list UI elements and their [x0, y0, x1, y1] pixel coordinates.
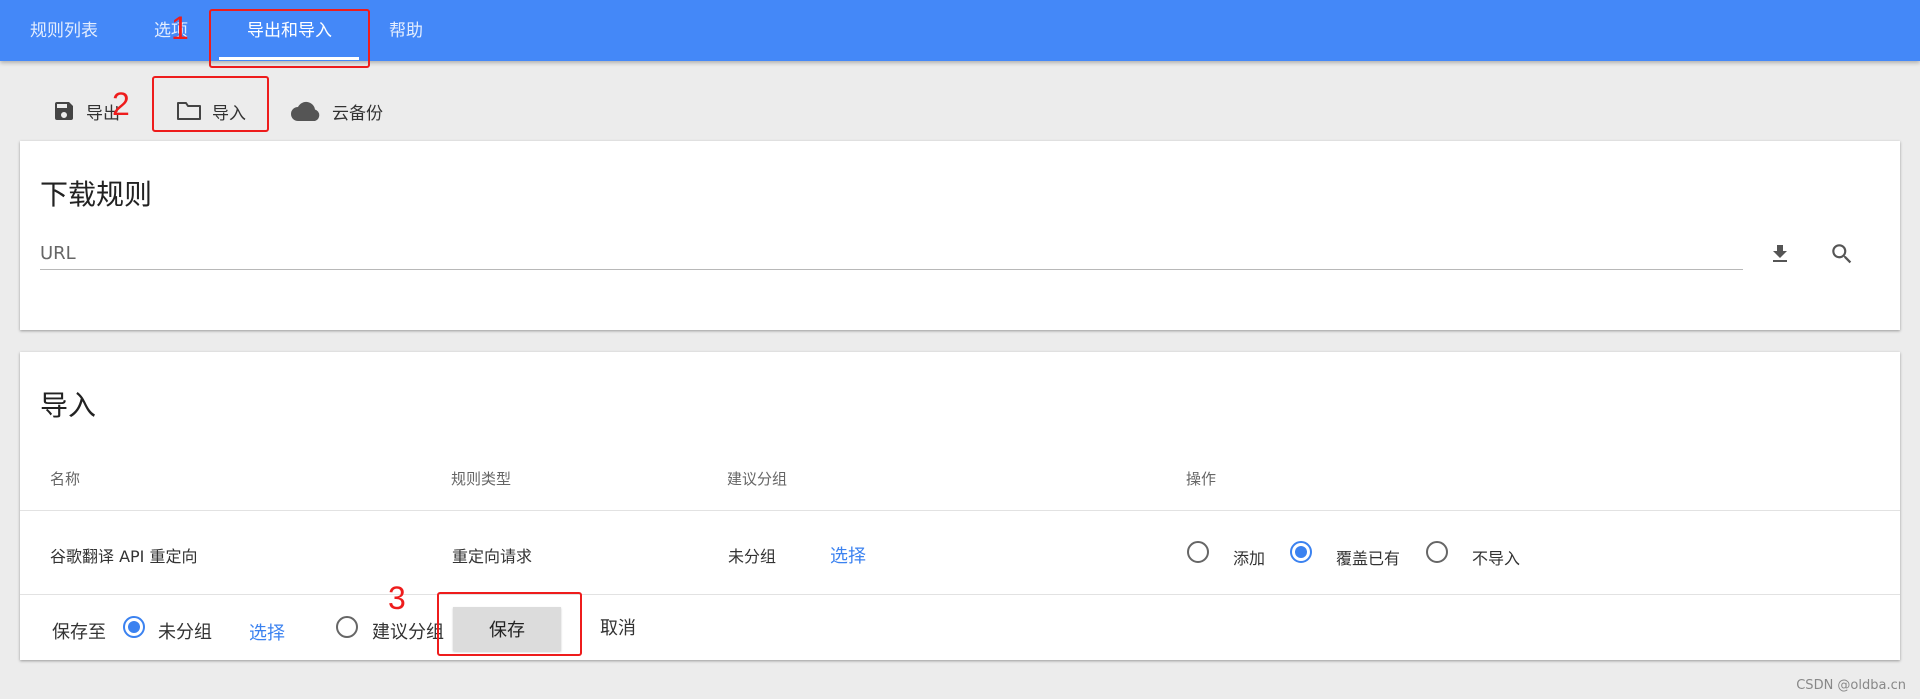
radio-save-suggested[interactable] [336, 616, 358, 638]
column-header-name: 名称 [50, 470, 81, 488]
export-button[interactable]: 导出 [52, 96, 120, 126]
divider [20, 510, 1900, 511]
annotation-box-1 [209, 9, 370, 68]
radio-overwrite[interactable] [1290, 541, 1312, 563]
search-icon [1832, 244, 1852, 264]
import-title: 导入 [40, 389, 97, 422]
rule-name: 谷歌翻译 API 重定向 [50, 547, 198, 566]
column-header-action: 操作 [1186, 470, 1217, 488]
radio-save-ungrouped-label: 未分组 [158, 622, 212, 643]
rule-type: 重定向请求 [452, 547, 533, 566]
cloud-backup-label: 云备份 [332, 103, 383, 124]
column-header-rule-type: 规则类型 [451, 470, 512, 488]
url-input[interactable] [40, 237, 1743, 270]
rule-group: 未分组 [728, 547, 777, 566]
save-icon [55, 102, 73, 120]
radio-skip-label: 不导入 [1472, 549, 1521, 568]
annotation-number-2: 2 [112, 86, 130, 122]
search-button[interactable] [1822, 234, 1862, 274]
cancel-button[interactable]: 取消 [600, 607, 636, 651]
annotation-box-2 [152, 76, 269, 132]
import-card: 导入 名称 规则类型 建议分组 操作 谷歌翻译 API 重定向 重定向请求 未分… [20, 352, 1900, 660]
tab-rule-list[interactable]: 规则列表 [30, 0, 98, 61]
annotation-number-1: 1 [171, 10, 189, 46]
download-button[interactable] [1760, 234, 1800, 274]
divider [20, 594, 1900, 595]
radio-overwrite-label: 覆盖已有 [1336, 549, 1401, 568]
column-header-suggested-group: 建议分组 [727, 470, 788, 488]
tab-help[interactable]: 帮助 [389, 0, 423, 61]
select-group-link[interactable]: 选择 [830, 542, 866, 568]
radio-save-suggested-label: 建议分组 [372, 622, 444, 643]
annotation-number-3: 3 [388, 580, 406, 616]
annotation-box-3 [437, 592, 582, 656]
watermark: CSDN @oldba.cn [1796, 678, 1906, 693]
download-icon [1773, 245, 1787, 262]
radio-skip[interactable] [1426, 541, 1448, 563]
cloud-backup-button[interactable]: 云备份 [290, 96, 383, 126]
download-rules-card: 下载规则 [20, 141, 1900, 330]
radio-save-ungrouped[interactable] [123, 616, 145, 638]
cloud-icon [291, 101, 320, 121]
save-to-label: 保存至 [52, 622, 106, 643]
radio-add[interactable] [1187, 541, 1209, 563]
radio-add-label: 添加 [1233, 549, 1266, 568]
footer-select-link[interactable]: 选择 [249, 619, 285, 645]
download-rules-title: 下载规则 [40, 178, 153, 211]
